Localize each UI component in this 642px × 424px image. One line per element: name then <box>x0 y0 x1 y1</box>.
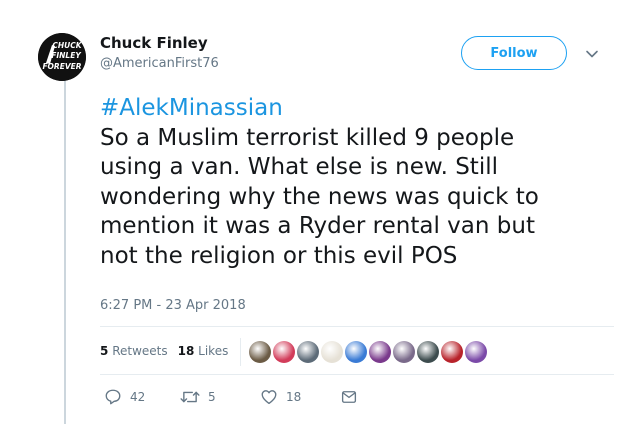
retweets-count: 5 <box>100 344 109 358</box>
tweet-line: using a van. What else is new. Still <box>100 154 498 180</box>
reply-count: 42 <box>130 390 146 404</box>
author-name[interactable]: Chuck Finley <box>100 34 208 52</box>
retweet-action[interactable]: 5 <box>180 388 216 406</box>
retweet-icon <box>180 391 200 403</box>
liker-avatar[interactable] <box>441 341 463 363</box>
tweet-line: mention it was a Ryder rental van but <box>100 213 535 239</box>
message-action[interactable] <box>340 388 358 406</box>
svg-text:CHUCK: CHUCK <box>52 41 82 50</box>
likes-count: 18 <box>177 344 195 358</box>
likers-avatars <box>249 341 487 363</box>
reply-action[interactable]: 42 <box>104 388 145 406</box>
follow-button[interactable]: Follow <box>461 36 567 70</box>
tweet-line: wondering why the news was quick to <box>100 183 539 210</box>
liker-avatar[interactable] <box>249 341 271 363</box>
hashtag-link[interactable]: #AlekMinassian <box>100 94 620 124</box>
stats-divider <box>240 338 241 366</box>
liker-avatar[interactable] <box>321 341 343 363</box>
liker-avatar[interactable] <box>345 341 367 363</box>
divider <box>100 326 614 327</box>
tweet-line: So a Muslim terrorist killed 9 people <box>100 124 515 151</box>
liker-avatar[interactable] <box>369 341 391 363</box>
svg-text:FINLEY: FINLEY <box>51 51 82 60</box>
tweet-stats: 5 Retweets 18 Likes <box>100 344 228 358</box>
chevron-down-icon[interactable] <box>584 46 600 62</box>
retweets-stat[interactable]: 5 Retweets <box>100 344 168 358</box>
avatar[interactable]: CHUCK FINLEY FOREVER <box>38 33 86 81</box>
liker-avatar[interactable] <box>465 341 487 363</box>
liker-avatar[interactable] <box>393 341 415 363</box>
liker-avatar[interactable] <box>273 341 295 363</box>
likes-stat[interactable]: 18 Likes <box>178 344 229 358</box>
tweet-line: not the religion or this evil POS <box>100 242 458 269</box>
likes-label: Likes <box>198 344 229 358</box>
tweet-timestamp[interactable]: 6:27 PM - 23 Apr 2018 <box>100 298 246 313</box>
reply-icon <box>105 389 121 405</box>
retweets-label: Retweets <box>112 344 168 358</box>
envelope-icon <box>341 391 357 403</box>
like-action[interactable]: 18 <box>260 388 301 406</box>
like-count: 18 <box>286 390 302 404</box>
tweet-text: #AlekMinassian So a Muslim terrorist kil… <box>100 94 620 271</box>
heart-icon <box>261 390 277 405</box>
divider <box>100 374 614 375</box>
author-handle[interactable]: @AmericanFirst76 <box>100 56 219 71</box>
liker-avatar[interactable] <box>417 341 439 363</box>
liker-avatar[interactable] <box>297 341 319 363</box>
avatar-logo: CHUCK FINLEY FOREVER <box>38 33 86 81</box>
thread-line <box>64 76 66 424</box>
retweet-count: 5 <box>208 390 216 404</box>
